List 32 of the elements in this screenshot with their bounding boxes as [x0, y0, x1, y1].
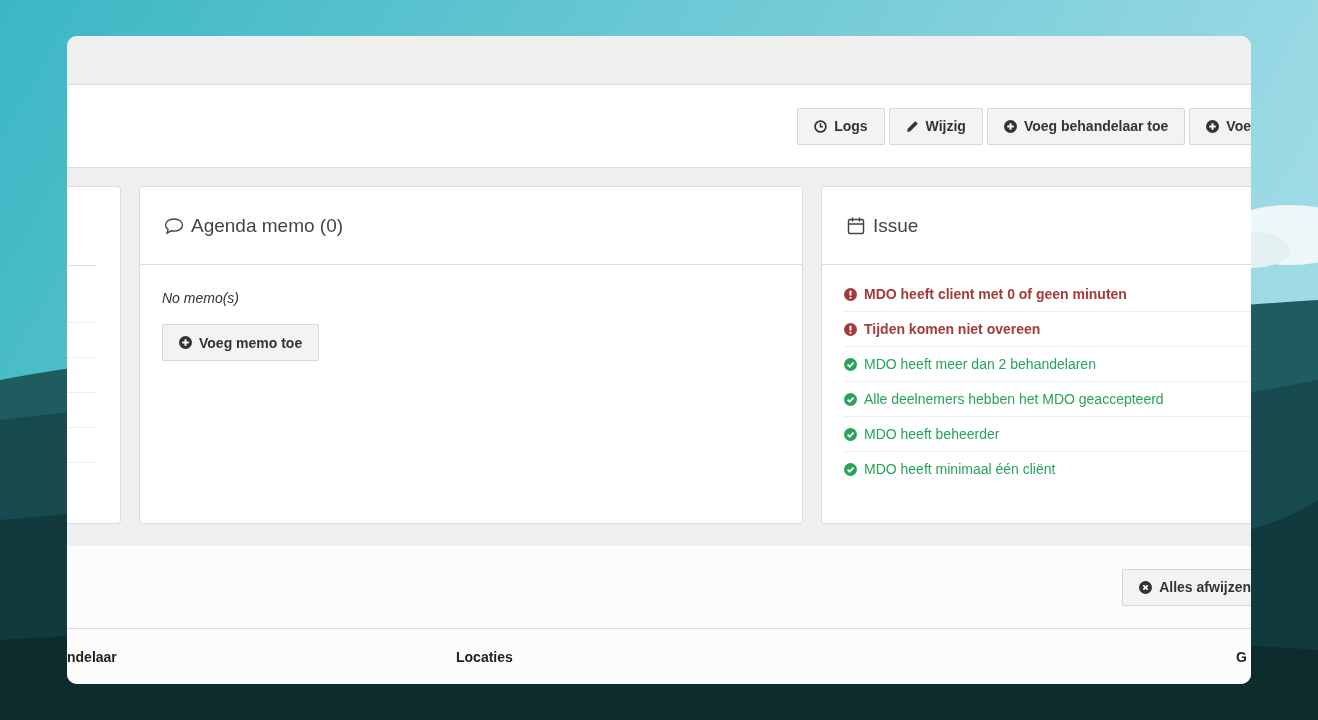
check-circle-icon — [844, 357, 857, 371]
toolbar-button[interactable]: Voe — [1189, 107, 1251, 145]
calendar-icon — [846, 215, 866, 236]
clock-icon — [814, 119, 828, 133]
panel-title: Issue — [873, 214, 919, 237]
speech-bubble-icon — [164, 215, 184, 236]
add-memo-button[interactable]: Voeg memo toe — [162, 324, 320, 361]
toolbar-button[interactable]: Wijzig — [888, 107, 983, 145]
column-header: ndelaar — [67, 648, 118, 665]
check-circle-icon — [844, 427, 857, 441]
close-circle-icon — [1139, 580, 1153, 594]
exclamation-circle-icon — [844, 287, 857, 301]
check-circle-icon — [844, 392, 857, 406]
plus-circle-icon — [1206, 119, 1220, 133]
toolbar-button[interactable]: Logs — [797, 107, 885, 145]
exclamation-circle-icon — [844, 322, 857, 336]
issue-text: MDO heeft minimaal één cliënt — [864, 461, 1056, 477]
issue-text: MDO heeft beheerder — [864, 426, 1000, 442]
check-circle-icon — [844, 462, 857, 476]
plus-circle-icon — [179, 336, 192, 349]
issue-text: Alle deelnemers hebben het MDO geaccepteerd — [864, 391, 1164, 407]
issue-text: Tijden komen niet overeen — [864, 321, 1041, 337]
pencil-icon — [905, 119, 919, 133]
issue-text: MDO heeft client met 0 of geen minuten — [864, 286, 1127, 302]
reject-all-button[interactable]: Alles afwijzen — [1122, 568, 1251, 606]
empty-message: No memo(s) — [162, 290, 239, 306]
issue-text: MDO heeft meer dan 2 behandelaren — [864, 356, 1096, 372]
column-header: Locaties — [456, 648, 514, 665]
toolbar-button[interactable]: Voeg behandelaar toe — [986, 107, 1186, 145]
panel-title: Agenda memo (0) — [191, 214, 344, 237]
plus-circle-icon — [1003, 119, 1017, 133]
column-header: G — [1236, 648, 1248, 665]
